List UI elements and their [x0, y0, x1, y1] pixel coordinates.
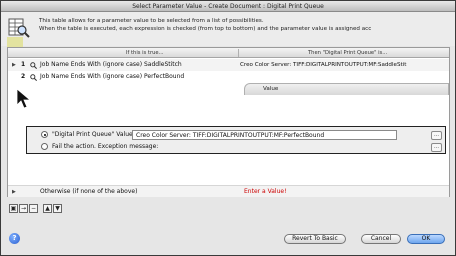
fail-action-radio[interactable] [41, 143, 48, 150]
expand-arrow-icon[interactable]: ▶ [12, 186, 16, 198]
table-row[interactable]: ▶ 1 Job Name Ends With (ignore case) Sad… [8, 59, 449, 71]
row-number: 1 [21, 61, 26, 68]
revert-button[interactable]: Revert To Basic [284, 234, 346, 244]
expand-arrow-icon[interactable]: ▶ [12, 59, 16, 71]
window-title: Select Parameter Value - Create Document… [132, 3, 324, 10]
description-line-1: This table allows for a parameter value … [39, 18, 264, 24]
column-divider [238, 49, 239, 57]
table-header: If this is true... Then "Digital Print Q… [8, 48, 449, 58]
ok-button[interactable]: OK [407, 234, 445, 244]
delete-row-icon[interactable]: − [29, 204, 38, 213]
value-tab[interactable]: Value [244, 83, 449, 95]
set-value-label: "Digital Print Queue" Value: [52, 131, 135, 138]
row-expression: Job Name Ends With (ignore case) SaddleS… [40, 61, 182, 68]
otherwise-value-error: Enter a Value! [244, 188, 287, 195]
table-row[interactable]: 2 Job Name Ends With (ignore case) Perfe… [8, 71, 449, 83]
value-input[interactable]: Creo Color Server: TIFF:DIGITALPRINTOUTP… [132, 130, 397, 140]
add-row-icon[interactable]: ▣ [9, 204, 18, 213]
description-line-2: When the table is executed, each express… [39, 26, 372, 32]
magnifier-icon [30, 62, 37, 69]
magnifier-icon [30, 74, 37, 81]
parameter-table: If this is true... Then "Digital Print Q… [7, 47, 450, 197]
dialog-window: Select Parameter Value - Create Document… [0, 0, 456, 256]
help-button[interactable]: ? [9, 233, 20, 244]
title-bar: Select Parameter Value - Create Document… [1, 1, 455, 12]
mouse-pointer-icon [16, 88, 32, 109]
description-header: This table allows for a parameter value … [1, 12, 455, 46]
row-value: Creo Color Server: TIFF:DIGITALPRINTOUTP… [240, 62, 407, 68]
otherwise-row[interactable]: ▶ Otherwise (if none of the above) Enter… [8, 185, 449, 197]
column-header-condition: If this is true... [126, 50, 164, 56]
otherwise-label: Otherwise (if none of the above) [40, 188, 138, 195]
column-header-value: Then "Digital Print Queue" is... [308, 50, 388, 56]
row-number: 2 [21, 73, 26, 80]
row-highlight [7, 37, 23, 47]
browse-message-button[interactable]: … [431, 143, 442, 152]
insert-row-icon[interactable]: → [19, 204, 28, 213]
fail-action-label: Fail the action. Exception message: [52, 143, 159, 150]
move-up-icon[interactable]: ▲ [43, 204, 52, 213]
move-down-icon[interactable]: ▼ [53, 204, 62, 213]
row-expression: Job Name Ends With (ignore case) Perfect… [40, 73, 185, 80]
set-value-radio[interactable] [41, 131, 48, 138]
cancel-button[interactable]: Cancel [361, 234, 401, 244]
browse-value-button[interactable]: … [431, 131, 442, 140]
